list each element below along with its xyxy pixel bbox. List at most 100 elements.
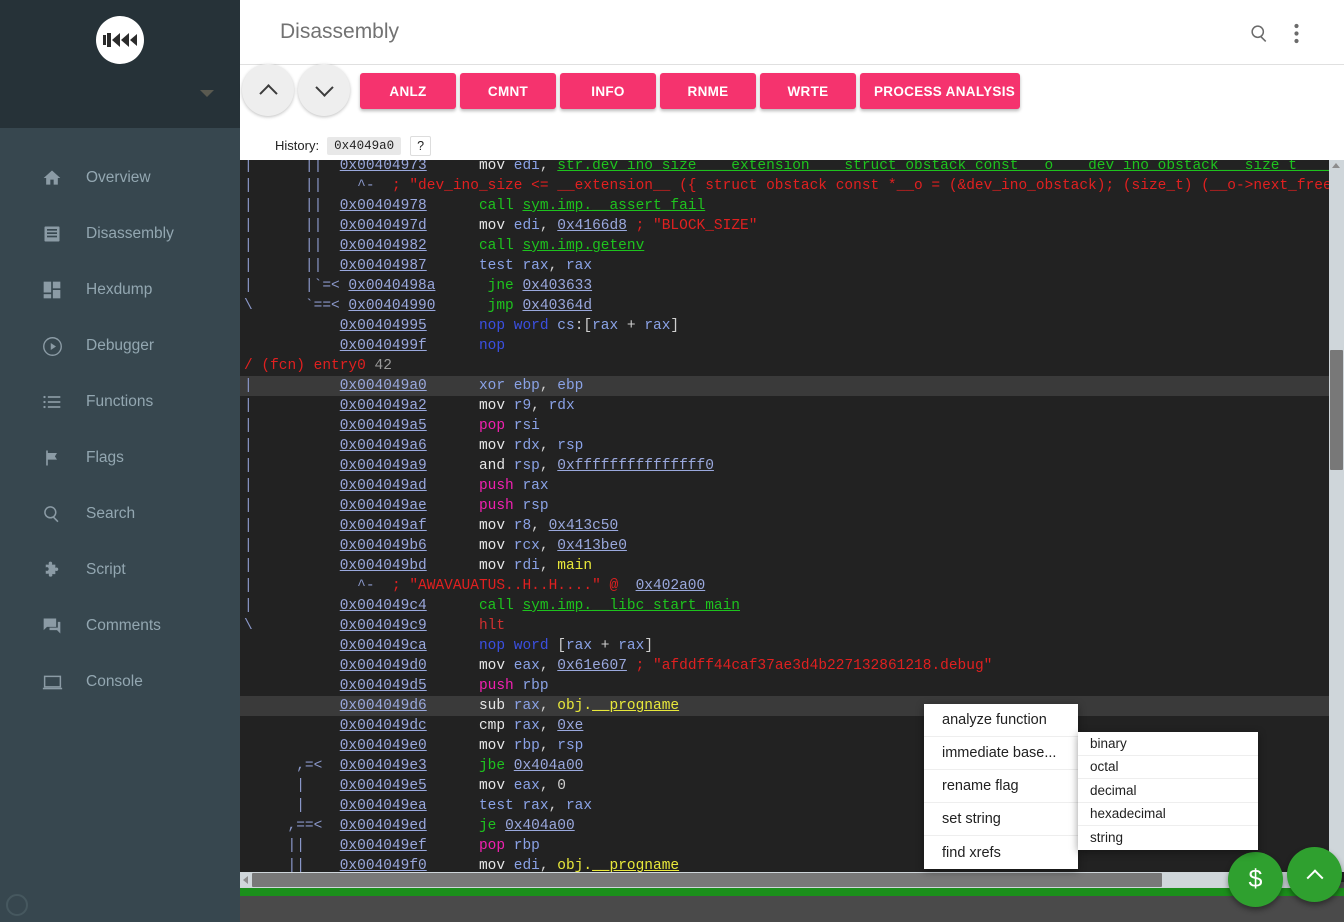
disassembly-row[interactable]: | || 0x00404987 test rax, rax — [240, 256, 1344, 276]
sidebar-item-overview[interactable]: Overview — [0, 150, 240, 206]
disassembly-row[interactable]: | 0x004049a6 mov rdx, rsp — [240, 436, 1344, 456]
history-help-button[interactable]: ? — [410, 135, 432, 156]
address-link[interactable]: 0x004049dc — [340, 718, 427, 734]
menu-item-binary[interactable]: binary — [1078, 732, 1258, 756]
dollar-fab[interactable]: $ — [1228, 852, 1283, 907]
context-submenu-immediate-base[interactable]: binary octal decimal hexadecimal string — [1078, 732, 1258, 850]
menu-item-immediate-base[interactable]: immediate base... — [924, 737, 1078, 770]
sidebar-item-hexdump[interactable]: Hexdump — [0, 262, 240, 318]
disassembly-row[interactable]: | || 0x00404978 call sym.imp.__assert_fa… — [240, 196, 1344, 216]
disassembly-row[interactable]: 0x004049ca nop word [rax + rax] — [240, 636, 1344, 656]
vertical-scrollbar[interactable] — [1329, 160, 1344, 872]
address-link[interactable]: 0x0040498a — [348, 278, 435, 294]
disassembly-row[interactable]: 0x004049d0 mov eax, 0x61e607 ; "afddff44… — [240, 656, 1344, 676]
history-address-chip[interactable]: 0x4049a0 — [327, 136, 402, 155]
address-link[interactable]: 0x004049d6 — [340, 698, 427, 714]
address-link[interactable]: 0x004049a2 — [340, 398, 427, 414]
address-link[interactable]: 0x004049a9 — [340, 458, 427, 474]
sidebar-item-search[interactable]: Search — [0, 486, 240, 542]
menu-item-find-xrefs[interactable]: find xrefs — [924, 836, 1078, 869]
disassembly-row[interactable]: 0x004049d5 push rbp — [240, 676, 1344, 696]
more-vert-icon[interactable] — [1281, 18, 1311, 48]
sidebar-dropdown-caret-icon[interactable] — [200, 90, 214, 97]
address-link[interactable]: 0x004049bd — [340, 558, 427, 574]
address-link[interactable]: 0x004049a6 — [340, 438, 427, 454]
disassembly-row[interactable]: | 0x004049af mov r8, 0x413c50 — [240, 516, 1344, 536]
address-link[interactable]: 0x004049d0 — [340, 658, 427, 674]
scroll-left-arrow-icon[interactable] — [243, 876, 248, 884]
menu-item-rename-flag[interactable]: rename flag — [924, 770, 1078, 803]
sidebar-item-comments[interactable]: Comments — [0, 598, 240, 654]
address-link[interactable]: 0x004049ad — [340, 478, 427, 494]
sidebar-item-console[interactable]: Console — [0, 654, 240, 710]
disassembly-row[interactable]: | 0x004049b6 mov rcx, 0x413be0 — [240, 536, 1344, 556]
address-link[interactable]: 0x004049c9 — [340, 618, 427, 634]
disassembly-row[interactable]: | 0x004049a0 xor ebp, ebp — [240, 376, 1344, 396]
menu-item-decimal[interactable]: decimal — [1078, 779, 1258, 803]
address-link[interactable]: 0x00404978 — [340, 198, 427, 214]
address-link[interactable]: 0x00404990 — [348, 298, 435, 314]
disassembly-row[interactable]: | 0x004049a5 pop rsi — [240, 416, 1344, 436]
disassembly-row[interactable]: 0x0040499f nop — [240, 336, 1344, 356]
horizontal-scrollbar[interactable] — [240, 872, 1329, 888]
disassembly-row[interactable]: 0x00404995 nop word cs:[rax + rax] — [240, 316, 1344, 336]
scroll-up-arrow-icon[interactable] — [1332, 163, 1340, 168]
sidebar-item-script[interactable]: Script — [0, 542, 240, 598]
sidebar-item-functions[interactable]: Functions — [0, 374, 240, 430]
scroll-top-fab[interactable] — [1287, 847, 1342, 902]
address-link[interactable]: 0x004049c4 — [340, 598, 427, 614]
disassembly-row[interactable]: | 0x004049a9 and rsp, 0xfffffffffffffff0 — [240, 456, 1344, 476]
menu-item-set-string[interactable]: set string — [924, 803, 1078, 836]
horizontal-scroll-thumb[interactable] — [252, 873, 1162, 887]
anlz-button[interactable]: ANLZ — [360, 73, 456, 109]
address-link[interactable]: 0x0040497d — [340, 218, 427, 234]
menu-item-octal[interactable]: octal — [1078, 756, 1258, 779]
address-link[interactable]: 0x004049b6 — [340, 538, 427, 554]
help-circle-icon[interactable] — [6, 894, 28, 916]
sidebar-item-flags[interactable]: Flags — [0, 430, 240, 486]
disassembly-row[interactable]: \ `==< 0x00404990 jmp 0x40364d — [240, 296, 1344, 316]
address-link[interactable]: 0x004049a0 — [340, 378, 427, 394]
address-link[interactable]: 0x004049e3 — [340, 758, 427, 774]
process-analysis-button[interactable]: PROCESS ANALYSIS — [860, 73, 1020, 109]
menu-item-string[interactable]: string — [1078, 826, 1258, 850]
disassembly-row[interactable]: | || 0x0040497d mov edi, 0x4166d8 ; "BLO… — [240, 216, 1344, 236]
disassembly-row[interactable]: \ 0x004049c9 hlt — [240, 616, 1344, 636]
vertical-scroll-thumb[interactable] — [1330, 350, 1343, 470]
sidebar-item-disassembly[interactable]: Disassembly — [0, 206, 240, 262]
address-link[interactable]: 0x004049ed — [340, 818, 427, 834]
address-link[interactable]: 0x004049e5 — [340, 778, 427, 794]
disassembly-row[interactable]: | 0x004049c4 call sym.imp.__libc_start_m… — [240, 596, 1344, 616]
address-link[interactable]: 0x004049e0 — [340, 738, 427, 754]
disassembly-row[interactable]: | 0x004049ad push rax — [240, 476, 1344, 496]
disassembly-row[interactable]: | 0x004049a2 mov r9, rdx — [240, 396, 1344, 416]
disassembly-row[interactable]: | 0x004049ae push rsp — [240, 496, 1344, 516]
scroll-down-button[interactable] — [298, 64, 350, 116]
disassembly-row[interactable]: | || 0x00404982 call sym.imp.getenv — [240, 236, 1344, 256]
address-link[interactable]: 0x004049ef — [340, 838, 427, 854]
address-link[interactable]: 0x00404973 — [340, 160, 427, 174]
scroll-up-button[interactable] — [242, 64, 294, 116]
rnme-button[interactable]: RNME — [660, 73, 756, 109]
address-link[interactable]: 0x00404995 — [340, 318, 427, 334]
address-link[interactable]: 0x004049a5 — [340, 418, 427, 434]
context-menu-primary[interactable]: analyze function immediate base... renam… — [924, 704, 1078, 869]
cmnt-button[interactable]: CMNT — [460, 73, 556, 109]
menu-item-analyze-function[interactable]: analyze function — [924, 704, 1078, 737]
address-link[interactable]: 0x004049d5 — [340, 678, 427, 694]
address-link[interactable]: 0x004049ea — [340, 798, 427, 814]
address-link[interactable]: 0x0040499f — [340, 338, 427, 354]
disassembly-row[interactable]: 0x004049d6 sub rax, obj.__progname — [240, 696, 1344, 716]
info-button[interactable]: INFO — [560, 73, 656, 109]
search-icon[interactable] — [1244, 18, 1274, 48]
address-link[interactable]: 0x004049af — [340, 518, 427, 534]
menu-item-hexadecimal[interactable]: hexadecimal — [1078, 803, 1258, 826]
address-link[interactable]: 0x00404987 — [340, 258, 427, 274]
disassembly-row[interactable]: | |`=< 0x0040498a jne 0x403633 — [240, 276, 1344, 296]
address-link[interactable]: 0x004049ae — [340, 498, 427, 514]
wrte-button[interactable]: WRTE — [760, 73, 856, 109]
sidebar-item-debugger[interactable]: Debugger — [0, 318, 240, 374]
address-link[interactable]: 0x004049ca — [340, 638, 427, 654]
address-link[interactable]: 0x00404982 — [340, 238, 427, 254]
disassembly-row[interactable]: | 0x004049bd mov rdi, main — [240, 556, 1344, 576]
